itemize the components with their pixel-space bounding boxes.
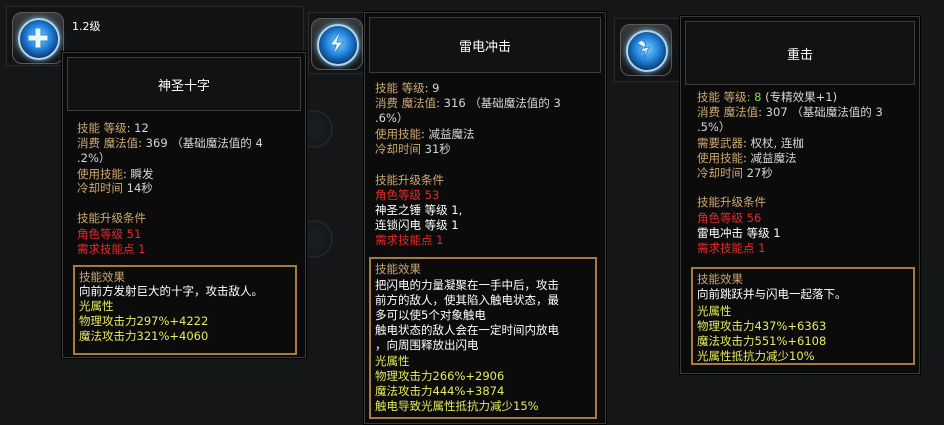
skill-effect-box: 技能效果 向前跳跃并与闪电一起落下。 光属性 物理攻击力437%+6363 魔法… (691, 267, 915, 365)
magic-attack: 魔法攻击力444%+3874 (375, 384, 505, 398)
cooldown-row: 冷却时间 14秒 (77, 181, 153, 195)
required-skill: 连锁闪电 等级 1 (375, 218, 459, 232)
effect-description: 前方的敌人，使其陷入触电状态，最 (375, 293, 559, 307)
use-type-row: 使用技能: 减益魔法 (375, 127, 475, 141)
element-attribute: 光属性 (79, 299, 114, 313)
physical-attack: 物理攻击力266%+2906 (375, 369, 505, 383)
mana-cost-row: 消费 魔法值: 307 （基础魔法值的 3 (697, 105, 883, 119)
required-skill-points: 需求技能点 1 (77, 242, 146, 256)
skill-tooltip-holy-cross: 神圣十字 技能 等级: 12 消费 魔法值: 369 （基础魔法值的 4 .2%… (62, 52, 306, 358)
effect-description: ，向周围释放出闪电 (375, 338, 479, 352)
resistance-debuff: 光属性抵抗力减少10% (697, 349, 815, 363)
skill-level-row: 技能 等级: 8 (专精效果+1) (697, 90, 838, 104)
effect-title: 技能效果 (79, 270, 125, 284)
required-skill-points: 需求技能点 1 (697, 241, 766, 255)
effect-description: 触电状态的敌人会在一定时间内放电 (375, 323, 559, 337)
skill-tooltip-smash: 重击 技能 等级: 8 (专精效果+1) 消费 魔法值: 307 （基础魔法值的… (680, 16, 920, 374)
effect-description: 把闪电的力量凝聚在一手中后，攻击 (375, 278, 559, 292)
required-skill: 雷电冲击 等级 1 (697, 226, 781, 240)
effect-description: 多可以使5个对象触电 (375, 308, 486, 322)
element-attribute: 光属性 (697, 304, 732, 318)
physical-attack: 物理攻击力437%+6363 (697, 319, 827, 333)
skill-level-row: 技能 等级: 12 (77, 121, 149, 135)
lightning-glyph-icon (329, 32, 345, 56)
skill-name: 重击 (786, 47, 813, 63)
mana-cost-row: 消费 魔法值: 369 （基础魔法值的 4 (77, 136, 263, 150)
use-type-row: 使用技能: 瞬发 (77, 167, 154, 181)
physical-attack: 物理攻击力297%+4222 (79, 314, 209, 328)
skill-icon-slot[interactable] (311, 18, 363, 70)
mana-cost-row-cont: .6%） (375, 111, 409, 125)
skill-effect-box: 技能效果 向前方发射巨大的十字，攻击敌人。 光属性 物理攻击力297%+4222… (73, 265, 297, 355)
weapon-requirement-row: 需要武器: 权杖, 连枷 (697, 136, 804, 150)
upgrade-condition-title: 技能升级条件 (697, 195, 766, 209)
upgrade-condition-title: 技能升级条件 (77, 211, 146, 225)
magic-attack: 魔法攻击力551%+6108 (697, 334, 827, 348)
cross-glyph-icon (27, 27, 49, 49)
effect-description: 向前方发射巨大的十字，攻击敌人。 (79, 284, 263, 298)
mana-cost-row-cont: .5%） (697, 120, 731, 134)
cooldown-row: 冷却时间 27秒 (697, 166, 773, 180)
skill-effect-box: 技能效果 把闪电的力量凝聚在一手中后，攻击 前方的敌人，使其陷入触电状态，最 多… (369, 257, 597, 419)
skill-name: 神圣十字 (157, 78, 210, 94)
effect-title: 技能效果 (697, 272, 743, 286)
skill-name: 雷电冲击 (458, 39, 511, 55)
element-attribute: 光属性 (375, 354, 410, 368)
skill-level-tag: 1.2级 (72, 20, 101, 33)
mana-cost-row: 消费 魔法值: 316 （基础魔法值的 3 (375, 96, 561, 110)
use-type-row: 使用技能: 减益魔法 (697, 151, 797, 165)
lightning-glyph-icon (636, 39, 650, 60)
tooltip-title: 神圣十字 (67, 57, 301, 111)
resistance-debuff: 触电导致光属性抵抗力减少15% (375, 399, 539, 413)
required-level: 角色等级 53 (375, 188, 440, 202)
skill-tooltip-lightning-strike: 雷电冲击 技能 等级: 9 消费 魔法值: 316 （基础魔法值的 3 .6%）… (364, 12, 606, 424)
skill-icon-slot[interactable] (620, 24, 672, 76)
magic-attack: 魔法攻击力321%+4060 (79, 329, 209, 343)
required-skill-points: 需求技能点 1 (375, 233, 444, 247)
skill-icon-slot[interactable] (12, 12, 64, 64)
mana-cost-row-cont: .2%） (77, 151, 111, 165)
tooltip-title: 雷电冲击 (369, 17, 601, 73)
required-skill: 神圣之锤 等级 1, (375, 203, 463, 217)
required-level: 角色等级 56 (697, 211, 762, 225)
cooldown-row: 冷却时间 31秒 (375, 142, 451, 156)
effect-title: 技能效果 (375, 262, 421, 276)
skill-level-row: 技能 等级: 9 (375, 81, 440, 95)
effect-description: 向前跳跃并与闪电一起落下。 (697, 287, 847, 301)
required-level: 角色等级 51 (77, 227, 142, 241)
upgrade-condition-title: 技能升级条件 (375, 173, 444, 187)
tooltip-title: 重击 (685, 21, 915, 85)
